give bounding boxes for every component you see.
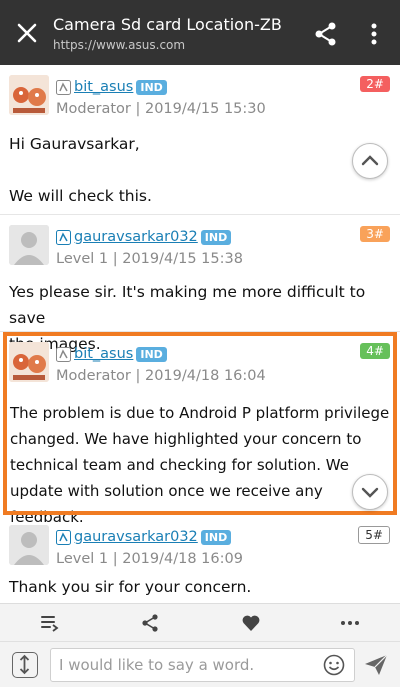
post-item: gauravsarkar032 IND Level 1 | 2019/4/18 … xyxy=(0,515,400,603)
post-item: bit_asus IND Moderator | 2019/4/15 15:30… xyxy=(0,65,400,215)
reply-bar: I would like to say a word. xyxy=(0,641,400,687)
send-icon[interactable] xyxy=(364,654,388,676)
post-body: Thank you sir for your concern. xyxy=(9,578,252,596)
username-link[interactable]: gauravsarkar032 xyxy=(74,529,198,545)
user-level-icon xyxy=(56,79,71,95)
expand-icon xyxy=(19,654,30,675)
username-link[interactable]: gauravsarkar032 xyxy=(74,229,198,245)
user-level-icon xyxy=(56,529,71,545)
more-icon[interactable] xyxy=(340,613,360,633)
username-link[interactable]: bit_asus xyxy=(74,79,133,95)
expand-editor-button[interactable] xyxy=(12,652,38,678)
post-body: Hi Gauravsarkar, We will check this. xyxy=(9,135,152,205)
post-date: 2019/4/18 16:09 xyxy=(122,551,243,567)
user-avatar[interactable] xyxy=(9,525,49,565)
moderator-avatar[interactable] xyxy=(9,75,49,115)
reply-list-icon[interactable] xyxy=(40,613,60,633)
share-icon[interactable] xyxy=(140,613,160,633)
floor-badge: 2# xyxy=(360,76,390,92)
post-item: gauravsarkar032 IND Level 1 | 2019/4/15 … xyxy=(0,215,400,353)
app-header: Camera Sd card Location-ZB… https://www.… xyxy=(0,0,400,65)
scroll-down-button[interactable] xyxy=(352,474,388,510)
page-title: Camera Sd card Location-ZB… xyxy=(53,15,283,34)
region-badge: IND xyxy=(200,529,232,545)
emoji-icon[interactable] xyxy=(323,654,345,676)
user-role: Level 1 xyxy=(56,551,109,567)
post-meta: Level 1 | 2019/4/18 16:09 xyxy=(56,551,243,567)
floor-badge: 5# xyxy=(358,526,390,544)
floor-badge: 3# xyxy=(360,226,390,242)
chevron-down-icon xyxy=(361,487,379,498)
region-badge: IND xyxy=(200,229,232,245)
user-level-icon xyxy=(56,229,71,245)
post-meta: Level 1 | 2019/4/15 15:38 xyxy=(56,251,243,267)
share-icon[interactable] xyxy=(312,20,340,48)
reply-input[interactable]: I would like to say a word. xyxy=(50,648,355,682)
more-options-icon[interactable] xyxy=(364,22,384,46)
post-date: 2019/4/15 15:38 xyxy=(122,251,243,267)
page-url: https://www.asus.com xyxy=(53,38,186,52)
action-toolbar xyxy=(0,603,400,641)
user-role: Level 1 xyxy=(56,251,109,267)
chevron-up-icon xyxy=(361,155,379,166)
region-badge: IND xyxy=(136,79,167,95)
highlight-box xyxy=(3,332,397,515)
close-icon[interactable] xyxy=(14,20,40,46)
post-meta: Moderator | 2019/4/15 15:30 xyxy=(56,101,266,117)
user-avatar[interactable] xyxy=(9,225,49,265)
scroll-up-button[interactable] xyxy=(352,143,388,179)
post-date: 2019/4/15 15:30 xyxy=(144,101,266,117)
heart-icon[interactable] xyxy=(241,613,261,633)
user-role: Moderator xyxy=(56,101,131,117)
